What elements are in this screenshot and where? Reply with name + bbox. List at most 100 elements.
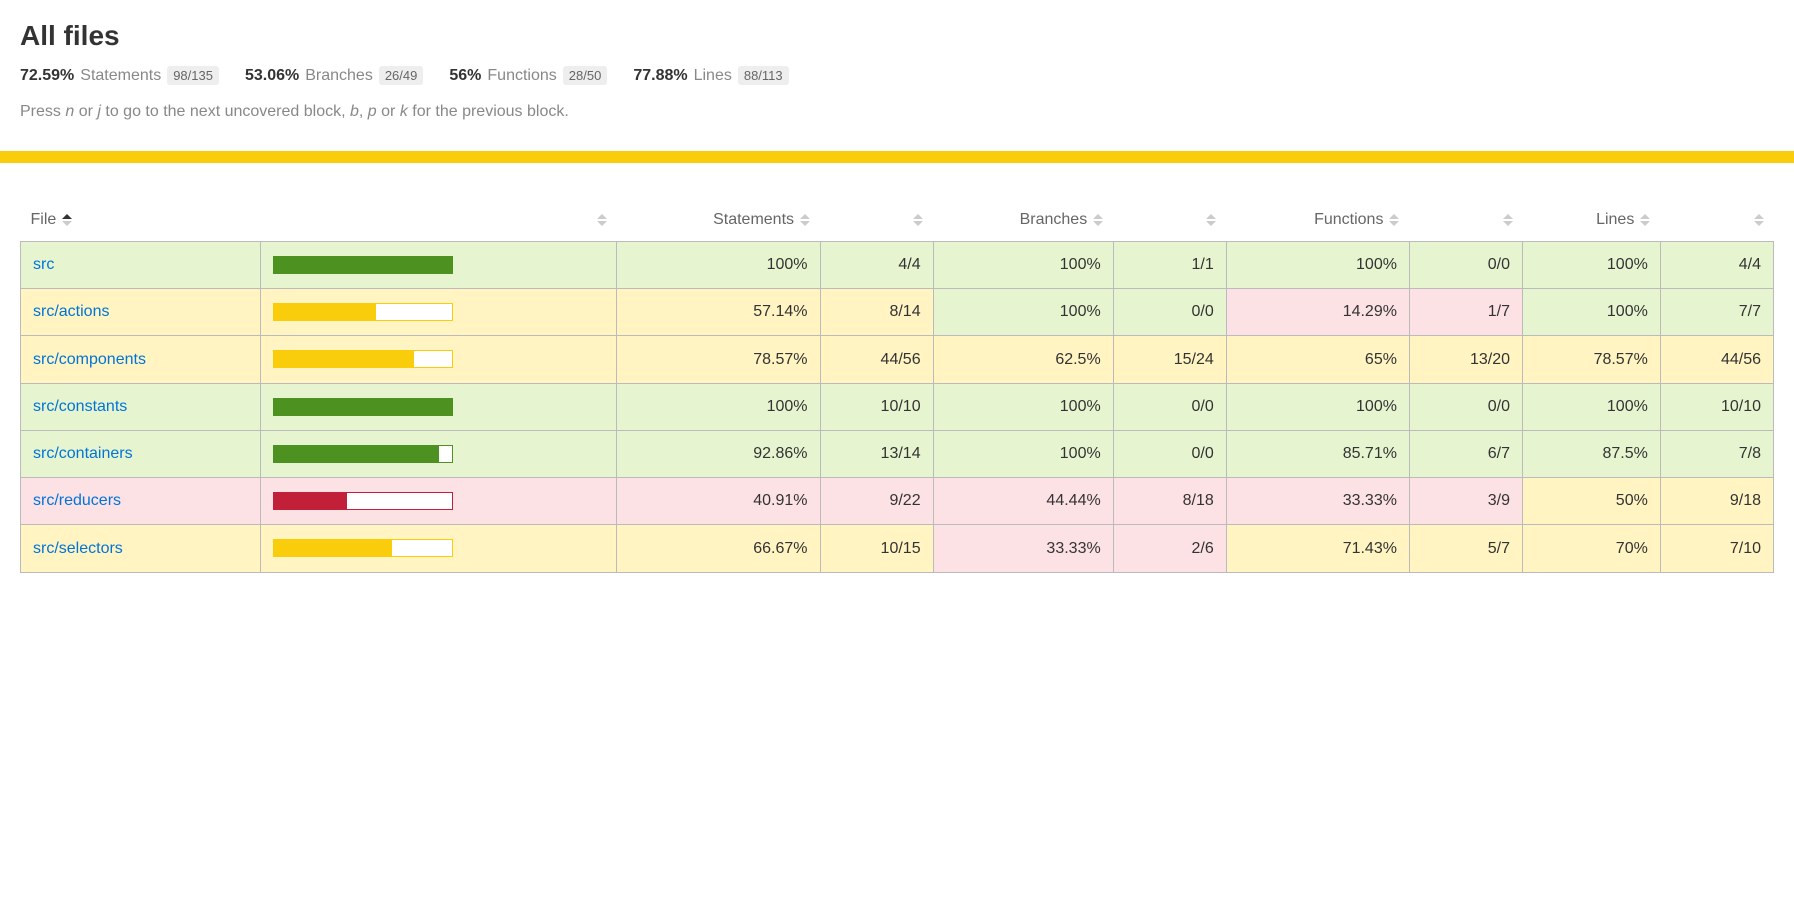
cell-branches-pct: 100% — [933, 430, 1113, 477]
cell-branches-pct: 100% — [933, 242, 1113, 289]
cell-functions-pct: 33.33% — [1226, 478, 1409, 525]
summary-frac: 26/49 — [379, 66, 424, 85]
cell-lines-frac: 44/56 — [1660, 336, 1773, 383]
sort-icon — [800, 214, 810, 226]
hint-text: Press — [20, 103, 65, 120]
sort-icon — [1754, 214, 1764, 226]
keyboard-hint: Press n or j to go to the next uncovered… — [20, 103, 1774, 121]
cell-lines-frac: 9/18 — [1660, 478, 1773, 525]
summary-pct: 72.59% — [20, 67, 74, 85]
cell-bar — [260, 289, 616, 336]
cell-lines-frac: 7/10 — [1660, 525, 1773, 572]
col-label: Branches — [1020, 211, 1088, 229]
summary-label: Functions — [487, 67, 556, 85]
file-link[interactable]: src/reducers — [33, 492, 121, 509]
file-link[interactable]: src/selectors — [33, 540, 123, 557]
col-header-branches[interactable]: Branches — [933, 203, 1113, 242]
summary-label: Lines — [694, 67, 732, 85]
cell-statements-pct: 100% — [617, 383, 820, 430]
sort-icon — [1093, 214, 1103, 226]
hint-text: for the previous block. — [408, 103, 569, 120]
summary-pct: 53.06% — [245, 67, 299, 85]
summary-statements: 72.59% Statements 98/135 — [20, 66, 219, 85]
hint-key: b — [350, 103, 359, 120]
cell-branches-frac: 2/6 — [1113, 525, 1226, 572]
summary-label: Statements — [80, 67, 161, 85]
cell-lines-pct: 87.5% — [1523, 430, 1661, 477]
table-row: src/reducers40.91%9/2244.44%8/1833.33%3/… — [21, 478, 1774, 525]
cell-branches-frac: 15/24 — [1113, 336, 1226, 383]
col-header-statements[interactable]: Statements — [617, 203, 820, 242]
overall-status-stripe — [0, 151, 1794, 163]
cell-statements-pct: 57.14% — [617, 289, 820, 336]
cell-lines-pct: 100% — [1523, 383, 1661, 430]
col-header-functions-frac[interactable] — [1409, 203, 1522, 242]
cell-functions-pct: 100% — [1226, 242, 1409, 289]
cell-lines-frac: 7/7 — [1660, 289, 1773, 336]
cell-statements-frac: 8/14 — [820, 289, 933, 336]
cell-branches-pct: 33.33% — [933, 525, 1113, 572]
cell-branches-frac: 0/0 — [1113, 383, 1226, 430]
coverage-bar — [273, 398, 453, 416]
coverage-summary: 72.59% Statements 98/135 53.06% Branches… — [20, 66, 1774, 85]
cell-statements-frac: 4/4 — [820, 242, 933, 289]
cell-statements-pct: 92.86% — [617, 430, 820, 477]
cell-file: src/actions — [21, 289, 261, 336]
cell-branches-pct: 100% — [933, 289, 1113, 336]
summary-pct: 56% — [449, 67, 481, 85]
hint-key: k — [400, 103, 408, 120]
file-link[interactable]: src — [33, 256, 54, 273]
cell-statements-pct: 40.91% — [617, 478, 820, 525]
table-row: src100%4/4100%1/1100%0/0100%4/4 — [21, 242, 1774, 289]
col-header-file[interactable]: File — [21, 203, 261, 242]
col-header-lines-frac[interactable] — [1660, 203, 1773, 242]
sort-icon — [597, 214, 607, 226]
cell-functions-frac: 1/7 — [1409, 289, 1522, 336]
sort-icon — [62, 214, 72, 226]
cell-file: src/selectors — [21, 525, 261, 572]
cell-branches-frac: 0/0 — [1113, 289, 1226, 336]
coverage-bar — [273, 539, 453, 557]
coverage-bar — [273, 492, 453, 510]
cell-file: src — [21, 242, 261, 289]
cell-functions-frac: 0/0 — [1409, 383, 1522, 430]
cell-statements-frac: 44/56 — [820, 336, 933, 383]
file-link[interactable]: src/components — [33, 351, 146, 368]
cell-functions-pct: 65% — [1226, 336, 1409, 383]
coverage-bar — [273, 303, 453, 321]
cell-branches-frac: 0/0 — [1113, 430, 1226, 477]
col-header-lines[interactable]: Lines — [1523, 203, 1661, 242]
cell-file: src/containers — [21, 430, 261, 477]
file-link[interactable]: src/constants — [33, 398, 127, 415]
cell-statements-pct: 100% — [617, 242, 820, 289]
hint-text: or — [74, 103, 97, 120]
coverage-table: File Statements — [20, 203, 1774, 573]
col-header-branches-frac[interactable] — [1113, 203, 1226, 242]
cell-bar — [260, 383, 616, 430]
col-label: Statements — [713, 211, 794, 229]
col-header-bar[interactable] — [260, 203, 616, 242]
summary-branches: 53.06% Branches 26/49 — [245, 66, 423, 85]
cell-functions-pct: 100% — [1226, 383, 1409, 430]
table-row: src/constants100%10/10100%0/0100%0/0100%… — [21, 383, 1774, 430]
cell-statements-frac: 13/14 — [820, 430, 933, 477]
cell-branches-frac: 1/1 — [1113, 242, 1226, 289]
file-link[interactable]: src/actions — [33, 303, 109, 320]
table-row: src/selectors66.67%10/1533.33%2/671.43%5… — [21, 525, 1774, 572]
cell-functions-frac: 6/7 — [1409, 430, 1522, 477]
hint-key: n — [65, 103, 74, 120]
summary-functions: 56% Functions 28/50 — [449, 66, 607, 85]
col-header-statements-frac[interactable] — [820, 203, 933, 242]
col-label: Lines — [1596, 211, 1634, 229]
hint-text: , — [359, 103, 368, 120]
cell-bar — [260, 242, 616, 289]
hint-key: p — [368, 103, 377, 120]
cell-file: src/components — [21, 336, 261, 383]
cell-functions-pct: 85.71% — [1226, 430, 1409, 477]
hint-text: or — [377, 103, 400, 120]
cell-lines-pct: 50% — [1523, 478, 1661, 525]
col-header-functions[interactable]: Functions — [1226, 203, 1409, 242]
summary-frac: 98/135 — [167, 66, 219, 85]
cell-branches-pct: 44.44% — [933, 478, 1113, 525]
file-link[interactable]: src/containers — [33, 445, 133, 462]
